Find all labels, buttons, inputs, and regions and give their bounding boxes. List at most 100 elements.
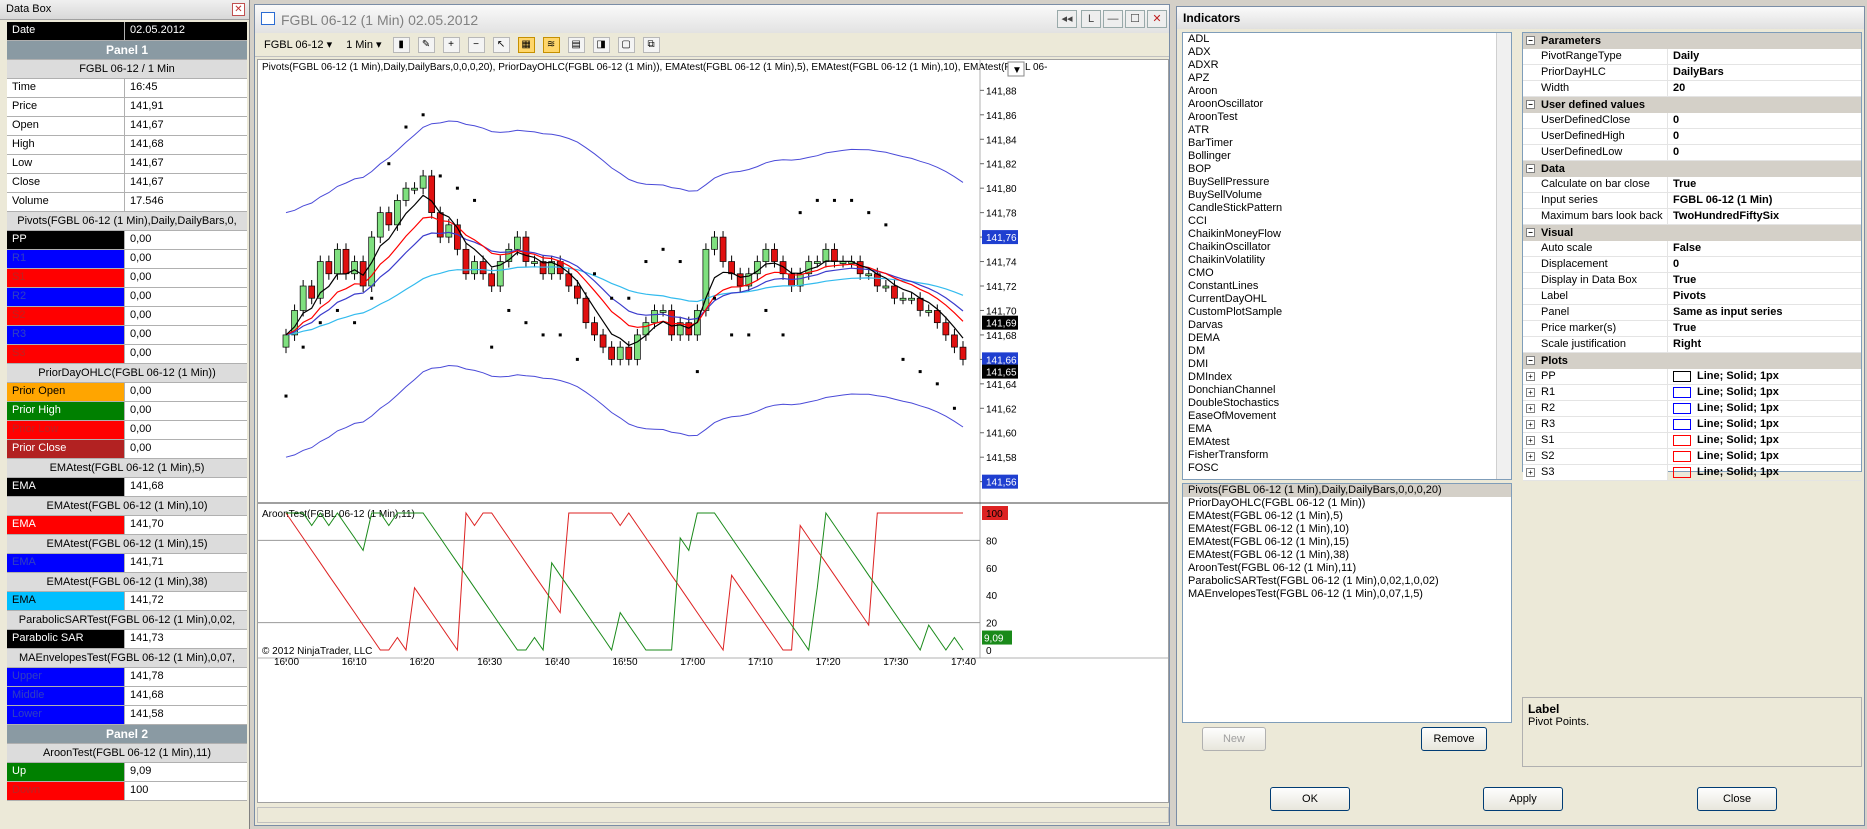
strategies-icon[interactable]: ▤	[567, 36, 585, 53]
apply-button[interactable]: Apply	[1483, 787, 1563, 811]
property-category[interactable]: − Parameters	[1523, 33, 1861, 49]
property-value[interactable]: Same as input series	[1668, 305, 1861, 320]
maximize-button[interactable]: ☐	[1125, 10, 1145, 28]
indicator-list-item[interactable]: APZ	[1183, 72, 1511, 85]
applied-indicator-item[interactable]: PriorDayOHLC(FGBL 06-12 (1 Min))	[1183, 497, 1511, 510]
property-row[interactable]: Maximum bars look back TwoHundredFiftySix	[1523, 209, 1861, 225]
property-value[interactable]: True	[1668, 321, 1861, 336]
indicator-list-item[interactable]: AroonTest	[1183, 111, 1511, 124]
property-row[interactable]: PivotRangeType Daily	[1523, 49, 1861, 65]
indicator-list-item[interactable]: FOSC	[1183, 462, 1511, 475]
applied-indicators-list[interactable]: Pivots(FGBL 06-12 (1 Min),Daily,DailyBar…	[1182, 483, 1512, 723]
bar-type-icon[interactable]: ▮	[392, 36, 410, 53]
ok-button[interactable]: OK	[1270, 787, 1350, 811]
property-row[interactable]: Label Pivots	[1523, 289, 1861, 305]
property-row[interactable]: Panel Same as input series	[1523, 305, 1861, 321]
property-value[interactable]: TwoHundredFiftySix	[1668, 209, 1861, 224]
indicator-list-item[interactable]: ADX	[1183, 46, 1511, 59]
property-row[interactable]: + R1 Line; Solid; 1px	[1523, 385, 1861, 401]
indicator-list-item[interactable]: BarTimer	[1183, 137, 1511, 150]
property-value[interactable]: Line; Solid; 1px	[1668, 465, 1861, 480]
property-row[interactable]: Scale justification Right	[1523, 337, 1861, 353]
property-row[interactable]: + PP Line; Solid; 1px	[1523, 369, 1861, 385]
indicator-list-item[interactable]: ADL	[1183, 33, 1511, 46]
applied-indicator-item[interactable]: MAEnvelopesTest(FGBL 06-12 (1 Min),0,07,…	[1183, 588, 1511, 601]
applied-indicator-item[interactable]: ParabolicSARTest(FGBL 06-12 (1 Min),0,02…	[1183, 575, 1511, 588]
collapse-icon[interactable]: −	[1526, 100, 1535, 109]
indicator-list-item[interactable]: Aroon	[1183, 85, 1511, 98]
applied-indicator-item[interactable]: EMAtest(FGBL 06-12 (1 Min),5)	[1183, 510, 1511, 523]
property-row[interactable]: PriorDayHLC DailyBars	[1523, 65, 1861, 81]
indicator-list-item[interactable]: EMA	[1183, 423, 1511, 436]
indicator-list-item[interactable]: ATR	[1183, 124, 1511, 137]
indicator-list-item[interactable]: DMIndex	[1183, 371, 1511, 384]
indicator-list-item[interactable]: BuySellPressure	[1183, 176, 1511, 189]
expand-icon[interactable]: +	[1526, 436, 1535, 445]
property-row[interactable]: Displacement 0	[1523, 257, 1861, 273]
collapse-icon[interactable]: −	[1526, 36, 1535, 45]
property-value[interactable]: 0	[1668, 113, 1861, 128]
property-value[interactable]: Line; Solid; 1px	[1668, 385, 1861, 400]
indicator-list-item[interactable]: DMI	[1183, 358, 1511, 371]
expand-icon[interactable]: +	[1526, 372, 1535, 381]
available-indicators-list[interactable]: ADL ADX ADXR APZ Aroon AroonOscillator AroonTe…	[1182, 32, 1512, 480]
indicator-list-item[interactable]: ChaikinMoneyFlow	[1183, 228, 1511, 241]
property-value[interactable]: Line; Solid; 1px	[1668, 433, 1861, 448]
indicator-list-item[interactable]: CurrentDayOHL	[1183, 293, 1511, 306]
applied-indicator-item[interactable]: AroonTest(FGBL 06-12 (1 Min),11)	[1183, 562, 1511, 575]
close-dialog-button[interactable]: Close	[1697, 787, 1777, 811]
indicator-list-item[interactable]: CustomPlotSample	[1183, 306, 1511, 319]
indicator-list-item[interactable]: Darvas	[1183, 319, 1511, 332]
property-value[interactable]: 0	[1668, 145, 1861, 160]
remove-button[interactable]: Remove	[1421, 727, 1487, 751]
expand-icon[interactable]: +	[1526, 452, 1535, 461]
property-row[interactable]: + R2 Line; Solid; 1px	[1523, 401, 1861, 417]
applied-indicator-item[interactable]: EMAtest(FGBL 06-12 (1 Min),38)	[1183, 549, 1511, 562]
property-value[interactable]: DailyBars	[1668, 65, 1861, 80]
data-box-icon[interactable]: ▦	[517, 36, 535, 53]
instrument-selector[interactable]: FGBL 06-12 ▾	[261, 37, 335, 52]
property-row[interactable]: Calculate on bar close True	[1523, 177, 1861, 193]
new-button[interactable]: New	[1202, 727, 1266, 751]
property-category[interactable]: − Data	[1523, 161, 1861, 177]
cursor-icon[interactable]: ↖	[492, 36, 510, 53]
indicator-list-item[interactable]: ChaikinVolatility	[1183, 254, 1511, 267]
property-value[interactable]: Line; Solid; 1px	[1668, 449, 1861, 464]
property-value[interactable]: True	[1668, 177, 1861, 192]
property-row[interactable]: Auto scale False	[1523, 241, 1861, 257]
indicator-list-item[interactable]: CMO	[1183, 267, 1511, 280]
period-selector[interactable]: 1 Min ▾	[343, 37, 384, 52]
property-row[interactable]: UserDefinedHigh 0	[1523, 129, 1861, 145]
collapse-icon[interactable]: −	[1526, 356, 1535, 365]
expand-icon[interactable]: +	[1526, 388, 1535, 397]
property-row[interactable]: UserDefinedClose 0	[1523, 113, 1861, 129]
property-row[interactable]: UserDefinedLow 0	[1523, 145, 1861, 161]
collapse-icon[interactable]: −	[1526, 228, 1535, 237]
snapshot-icon[interactable]: ▢	[617, 36, 635, 53]
indicator-list-item[interactable]: EaseOfMovement	[1183, 410, 1511, 423]
indicator-list-item[interactable]: CandleStickPattern	[1183, 202, 1511, 215]
indicator-list-scrollbar[interactable]	[1496, 33, 1511, 479]
indicator-list-item[interactable]: BOP	[1183, 163, 1511, 176]
indicator-list-item[interactable]: BuySellVolume	[1183, 189, 1511, 202]
collapse-icon[interactable]: −	[1526, 164, 1535, 173]
property-value[interactable]: Line; Solid; 1px	[1668, 369, 1861, 384]
expand-icon[interactable]: +	[1526, 468, 1535, 477]
applied-indicator-item[interactable]: EMAtest(FGBL 06-12 (1 Min),15)	[1183, 536, 1511, 549]
property-value[interactable]: FGBL 06-12 (1 Min)	[1668, 193, 1861, 208]
property-category[interactable]: − Plots	[1523, 353, 1861, 369]
indicator-list-item[interactable]: ChaikinOscillator	[1183, 241, 1511, 254]
property-category[interactable]: − Visual	[1523, 225, 1861, 241]
indicator-list-item[interactable]: CCI	[1183, 215, 1511, 228]
indicator-list-item[interactable]: DEMA	[1183, 332, 1511, 345]
zoom-in-icon[interactable]: +	[442, 36, 460, 53]
property-value[interactable]: Pivots	[1668, 289, 1861, 304]
close-icon[interactable]: ✕	[232, 3, 245, 16]
indicator-list-item[interactable]: DonchianChannel	[1183, 384, 1511, 397]
property-value[interactable]: 20	[1668, 81, 1861, 96]
lock-button[interactable]: L	[1081, 10, 1101, 28]
property-value[interactable]: Line; Solid; 1px	[1668, 401, 1861, 416]
property-row[interactable]: + R3 Line; Solid; 1px	[1523, 417, 1861, 433]
zoom-out-icon[interactable]: −	[467, 36, 485, 53]
chart-scrollbar[interactable]	[257, 807, 1169, 823]
